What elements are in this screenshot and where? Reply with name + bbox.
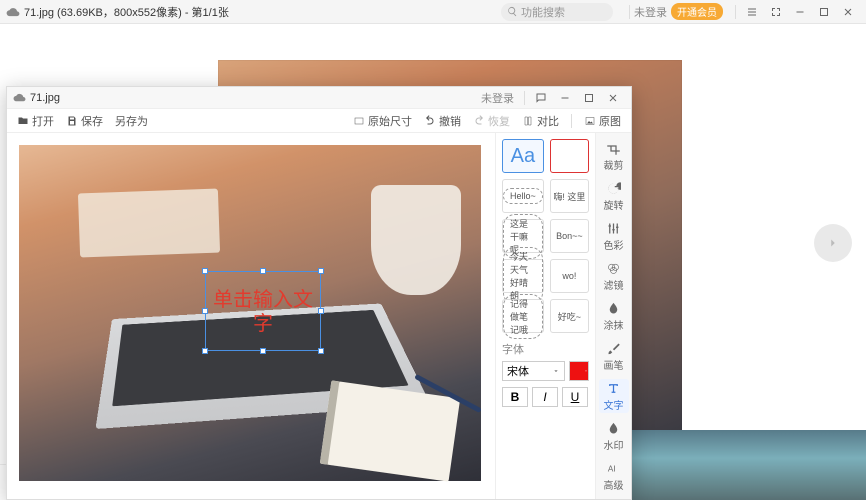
resize-handle[interactable] [202,348,208,354]
resize-handle[interactable] [260,348,266,354]
viewer-titlebar: 71.jpg (63.69KB，800x552像素) - 第1/1张 功能搜索 … [0,0,866,24]
tool-crop[interactable]: 裁剪 [599,139,629,173]
size-icon [353,115,365,127]
app-logo-icon [6,5,20,19]
brush-icon [606,341,621,356]
sliders-icon [606,221,621,236]
original-button[interactable]: 原图 [580,111,625,131]
text-style-tasty[interactable]: 好吃~ [550,299,589,333]
editor-tool-strip: 裁剪 旋转 色彩 滤镜 涂抹 画笔 文字 水印 [595,133,631,499]
resize-handle[interactable] [318,268,324,274]
text-style-hello[interactable]: Hello~ [502,179,544,213]
text-color-picker[interactable] [569,361,589,381]
photo-mug [371,185,461,295]
photo-notepad [320,380,460,481]
viewer-title: 71.jpg (63.69KB，800x552像素) - 第1/1张 [24,4,229,20]
undo-icon [424,115,436,127]
text-style-plain[interactable]: Aa [502,139,544,173]
italic-button[interactable]: I [532,387,558,407]
editor-window: 71.jpg 未登录 打开 保存 另存为 原始尺寸 [6,86,632,500]
text-box-content[interactable]: 单击输入文字 [206,288,320,336]
text-style-rect[interactable] [550,139,589,173]
viewer-login-label[interactable]: 未登录 [634,4,667,20]
redo-button[interactable]: 恢复 [469,111,514,131]
editor-maximize-button[interactable] [577,86,601,110]
chevron-down-icon [552,367,560,375]
feedback-button[interactable] [529,86,553,110]
resize-handle[interactable] [318,308,324,314]
next-image-button[interactable] [814,224,852,262]
vip-badge[interactable]: 开通会员 [671,3,723,20]
text-box[interactable]: 单击输入文字 [205,271,321,351]
search-placeholder: 功能搜索 [521,4,565,20]
compare-button[interactable]: 对比 [518,111,563,131]
tool-brush[interactable]: 画笔 [599,339,629,373]
rotate-icon [606,181,621,196]
bold-button[interactable]: B [502,387,528,407]
tool-text[interactable]: 文字 [599,379,629,413]
search-icon [507,6,518,17]
editor-toolbar: 打开 保存 另存为 原始尺寸 撤销 恢复 [7,109,631,133]
text-options-panel: Aa Hello~ 嗨! 这里 这是干嘛呢… Bon~~ 今天天气好晴朗 wo!… [495,133,595,499]
ai-icon: AI [606,461,621,476]
font-select[interactable]: 宋体 [502,361,565,381]
save-button[interactable]: 保存 [62,111,107,131]
save-icon [66,115,78,127]
watermark-icon [606,421,621,436]
editor-close-button[interactable] [601,86,625,110]
tool-rotate[interactable]: 旋转 [599,179,629,213]
undo-button[interactable]: 撤销 [420,111,465,131]
editor-canvas[interactable]: 单击输入文字 [19,145,481,481]
chevron-right-icon [826,236,840,250]
original-size-button[interactable]: 原始尺寸 [349,111,416,131]
desktop-wallpaper-strip [626,430,866,500]
close-button[interactable] [836,0,860,24]
minimize-button[interactable] [788,0,812,24]
underline-button[interactable]: U [562,387,588,407]
resize-handle[interactable] [202,268,208,274]
resize-handle[interactable] [260,268,266,274]
open-button[interactable]: 打开 [13,111,58,131]
search-input[interactable]: 功能搜索 [501,3,613,21]
editor-login-label[interactable]: 未登录 [481,90,514,106]
tool-smudge[interactable]: 涂抹 [599,299,629,333]
resize-handle[interactable] [202,308,208,314]
text-style-wo[interactable]: wo! [550,259,589,293]
redo-icon [473,115,485,127]
editor-canvas-area: 单击输入文字 [7,133,495,499]
tool-filter[interactable]: 滤镜 [599,259,629,293]
smudge-icon [606,301,621,316]
text-icon [606,381,621,396]
text-style-speech[interactable]: 今天天气好晴朗 [502,259,544,293]
editor-minimize-button[interactable] [553,86,577,110]
chevron-down-icon [584,368,588,374]
photo-books [78,189,220,258]
text-style-burst[interactable]: Bon~~ [550,219,589,253]
app-logo-icon [13,91,26,104]
text-style-arrow[interactable]: 嗨! 这里 [550,179,589,213]
tool-watermark[interactable]: 水印 [599,419,629,453]
compare-icon [522,115,534,127]
editor-filename: 71.jpg [30,92,60,104]
maximize-button[interactable] [812,0,836,24]
font-section-label: 字体 [502,341,589,357]
tool-advanced[interactable]: AI 高级 [599,459,629,493]
save-as-button[interactable]: 另存为 [111,111,152,131]
editor-titlebar: 71.jpg 未登录 [7,87,631,109]
menu-button[interactable] [740,0,764,24]
svg-text:AI: AI [608,464,616,473]
resize-handle[interactable] [318,348,324,354]
tool-color[interactable]: 色彩 [599,219,629,253]
text-style-note[interactable]: 记得做笔记哦 [502,299,544,333]
fullscreen-button[interactable] [764,0,788,24]
folder-icon [17,115,29,127]
filter-icon [606,261,621,276]
image-icon [584,115,596,127]
crop-icon [606,141,621,156]
